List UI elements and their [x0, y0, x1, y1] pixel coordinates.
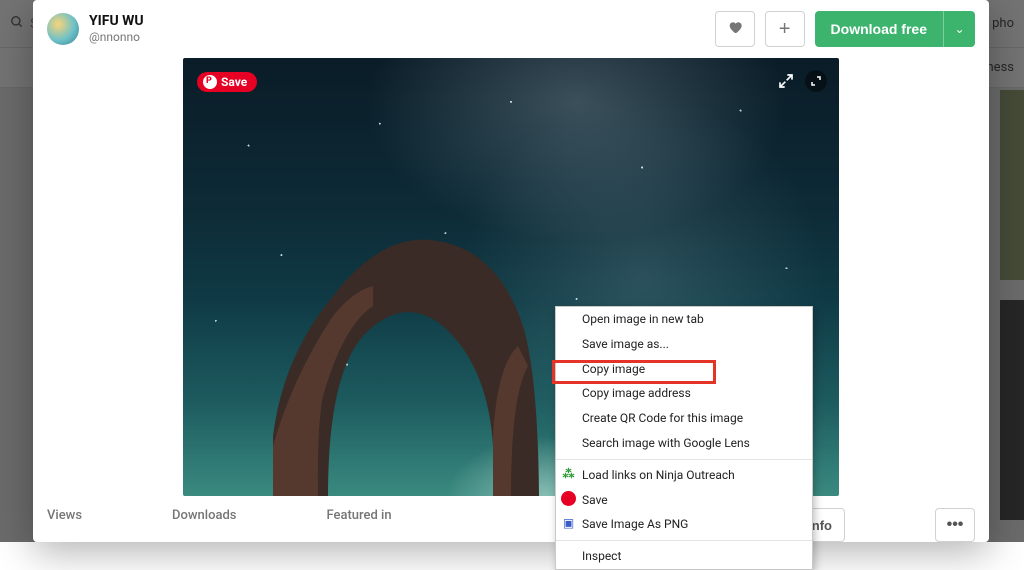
- save-label: Save: [221, 75, 247, 89]
- featured-label: Featured in: [326, 508, 391, 523]
- modal-header: YIFU WU @nnonno + Download free ⌄: [33, 0, 989, 58]
- ninja-icon: ⁂: [561, 466, 576, 481]
- ctx-label: Load links on Ninja Outreach: [582, 468, 735, 482]
- pinterest-icon: [561, 491, 576, 506]
- pinterest-save-button[interactable]: Save: [197, 72, 257, 92]
- add-to-collection-button[interactable]: +: [765, 11, 805, 47]
- downloads-label: Downloads: [172, 508, 236, 523]
- more-icon: •••: [947, 516, 964, 534]
- download-button-group: Download free ⌄: [815, 11, 975, 47]
- ctx-save-image-as[interactable]: Save image as...: [556, 332, 812, 357]
- zoom-icon[interactable]: [805, 70, 827, 92]
- ctx-ninja-outreach[interactable]: ⁂ Load links on Ninja Outreach: [556, 463, 812, 488]
- download-options-button[interactable]: ⌄: [943, 11, 975, 47]
- fullscreen-icon[interactable]: [775, 70, 797, 92]
- photo-container: Save: [33, 58, 989, 496]
- pinterest-icon: [203, 75, 217, 89]
- chevron-down-icon: ⌄: [954, 22, 964, 36]
- ctx-separator: [556, 540, 812, 541]
- ctx-copy-image[interactable]: Copy image: [556, 357, 812, 382]
- photo-footer: Views Downloads Featured in Share i Info…: [33, 502, 989, 542]
- ctx-pinterest-save[interactable]: Save: [556, 488, 812, 513]
- photo-arch: [263, 216, 563, 496]
- ctx-open-new-tab[interactable]: Open image in new tab: [556, 307, 812, 332]
- ctx-save-png[interactable]: ▣ Save Image As PNG: [556, 512, 812, 537]
- more-button[interactable]: •••: [935, 508, 975, 542]
- download-button[interactable]: Download free: [815, 11, 943, 47]
- ctx-copy-image-address[interactable]: Copy image address: [556, 381, 812, 406]
- ctx-inspect[interactable]: Inspect: [556, 544, 812, 569]
- author-avatar[interactable]: [47, 13, 79, 45]
- plus-icon: +: [779, 19, 791, 39]
- ctx-separator: [556, 459, 812, 460]
- featured-block: Featured in: [326, 508, 391, 523]
- author-name: YIFU WU: [89, 13, 144, 30]
- author-handle: @nnonno: [89, 30, 144, 44]
- views-block: Views: [47, 508, 82, 523]
- ctx-label: Save: [582, 493, 608, 507]
- heart-icon: [727, 19, 743, 39]
- ctx-search-google-lens[interactable]: Search image with Google Lens: [556, 431, 812, 456]
- like-button[interactable]: [715, 11, 755, 47]
- author-block[interactable]: YIFU WU @nnonno: [89, 13, 144, 44]
- context-menu: Open image in new tab Save image as... C…: [555, 306, 813, 570]
- photo-modal: YIFU WU @nnonno + Download free ⌄: [33, 0, 989, 542]
- save-png-icon: ▣: [561, 515, 576, 530]
- views-label: Views: [47, 508, 82, 523]
- downloads-block: Downloads: [172, 508, 236, 523]
- ctx-create-qr[interactable]: Create QR Code for this image: [556, 406, 812, 431]
- ctx-label: Save Image As PNG: [582, 517, 688, 531]
